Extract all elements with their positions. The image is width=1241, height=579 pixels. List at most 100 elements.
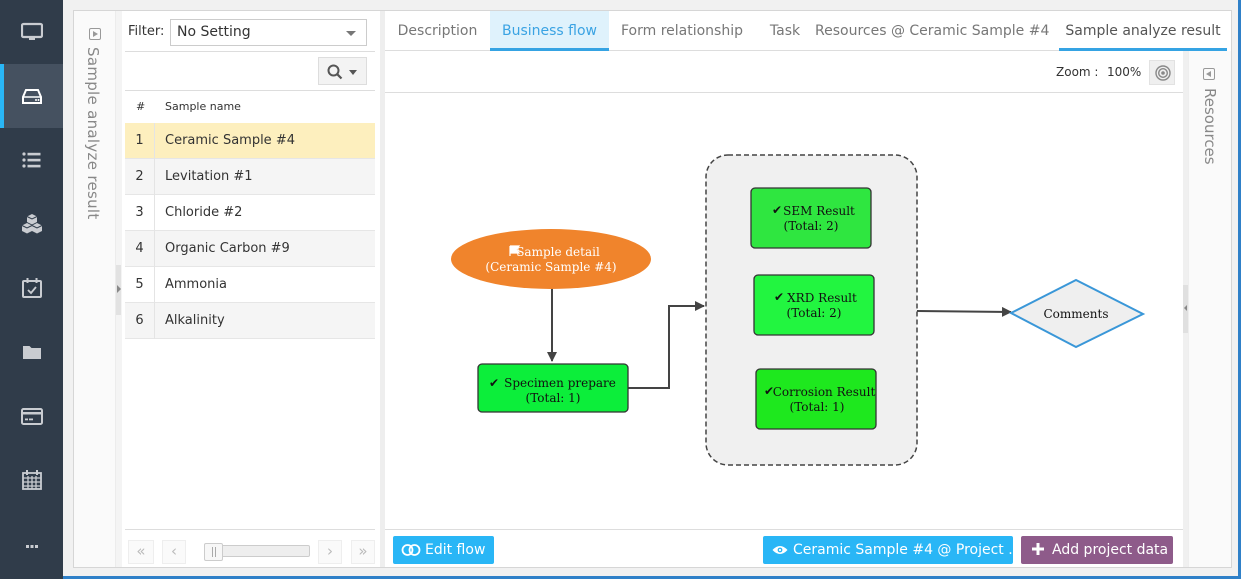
zoom-label: Zoom : [1056, 65, 1099, 79]
column-header-sample-name[interactable]: Sample name [165, 100, 241, 113]
node-title: XRD Result [787, 291, 857, 305]
flow-connector [628, 301, 705, 389]
divider [125, 529, 375, 530]
pager-first-button[interactable]: « [128, 540, 154, 564]
search-dropdown-button[interactable] [318, 57, 367, 85]
node-title: Specimen prepare [504, 376, 616, 390]
zoom-reset-button[interactable] [1149, 60, 1175, 85]
credit-card-icon [20, 408, 43, 425]
view-sample-project-button[interactable]: Ceramic Sample #4 @ Project ... [763, 536, 1022, 564]
pager-slider[interactable] [204, 543, 310, 561]
filter-label: Filter: [128, 24, 165, 39]
chevron-down-icon [346, 31, 356, 36]
chevron-down-icon [349, 70, 357, 75]
node-title: Comments [1044, 307, 1109, 321]
tab-form-relationship[interactable]: Form relationship [609, 11, 755, 51]
calendar-icon [21, 470, 42, 490]
tab-sample-analyze-result[interactable]: Sample analyze result [1059, 11, 1227, 51]
node-subtitle: (Total: 1) [790, 400, 845, 414]
list-icon [21, 152, 40, 168]
flow-connector [916, 306, 1012, 317]
check-icon: ✔ [774, 290, 784, 304]
plus-icon [1032, 543, 1044, 555]
nav-item-list[interactable] [0, 128, 63, 192]
node-title: Corrosion Result [773, 385, 876, 399]
nav-item-calendar-check[interactable] [0, 256, 63, 320]
resources-collapsed-panel[interactable]: Resources [1188, 51, 1231, 567]
table-row[interactable]: 6 Alkalinity [125, 303, 375, 339]
business-flow-canvas[interactable]: Sample detail (Ceramic Sample #4) ✔ Spec… [385, 93, 1183, 529]
edit-flow-label: Edit flow [425, 542, 486, 558]
search-icon [327, 64, 343, 80]
sample-analyze-result-collapsed-panel[interactable]: Sample analyze result [74, 11, 116, 567]
pager-slider-thumb[interactable] [204, 543, 223, 561]
row-sample-name: Chloride #2 [165, 205, 243, 220]
nav-item-card[interactable] [0, 384, 63, 448]
cubes-icon [21, 214, 42, 234]
flow-node-sample-detail[interactable]: Sample detail (Ceramic Sample #4) [451, 229, 651, 289]
tab-resources[interactable]: Resources @ Ceramic Sample #4 [815, 11, 1049, 51]
nav-item-cubes[interactable] [0, 192, 63, 256]
add-project-data-label: Add project data [1052, 542, 1169, 558]
nav-item-calendar[interactable] [0, 448, 63, 512]
divider [125, 51, 375, 52]
sample-table-body: 1 Ceramic Sample #4 2 Levitation #1 3 Chlor… [125, 123, 375, 339]
target-icon [1155, 65, 1171, 81]
row-sample-name: Ammonia [165, 277, 227, 292]
tab-business-flow[interactable]: Business flow [490, 11, 609, 51]
side-navigation [0, 0, 63, 579]
node-subtitle: (Total: 2) [784, 219, 839, 233]
row-sample-name: Ceramic Sample #4 [165, 133, 295, 148]
check-icon: ✔ [772, 203, 782, 217]
pager-last-button[interactable]: » [351, 540, 375, 564]
add-project-data-button[interactable]: Add project data [1021, 536, 1173, 564]
table-row[interactable]: 5 Ammonia [125, 267, 375, 303]
row-number: 6 [125, 303, 155, 339]
monitor-icon [20, 22, 43, 40]
filter-select[interactable]: No Setting [170, 19, 367, 46]
row-sample-name: Levitation #1 [165, 169, 253, 184]
column-header-number[interactable]: # [136, 100, 145, 113]
nav-item-folder[interactable] [0, 320, 63, 384]
nav-item-storage[interactable] [0, 64, 63, 128]
divider [385, 529, 1183, 530]
row-number: 4 [125, 231, 155, 267]
node-title: SEM Result [783, 204, 855, 218]
calendar-check-icon [21, 278, 42, 298]
nav-item-more[interactable] [0, 514, 63, 578]
ellipsis-icon [25, 545, 38, 548]
table-row[interactable]: 3 Chloride #2 [125, 195, 375, 231]
nav-item-monitor[interactable] [0, 0, 63, 64]
pager-prev-button[interactable]: ‹ [162, 540, 186, 564]
sample-list-panel: Filter: No Setting # Sample name 1 Cerami… [122, 11, 380, 567]
flow-node-sem-result[interactable]: ✔ SEM Result (Total: 2) [750, 187, 872, 249]
row-number: 5 [125, 267, 155, 303]
check-icon: ✔ [489, 376, 499, 390]
table-row[interactable]: 2 Levitation #1 [125, 159, 375, 195]
collapsed-panel-title: Sample analyze result [84, 47, 102, 220]
table-row[interactable]: 1 Ceramic Sample #4 [125, 123, 375, 159]
tab-task[interactable]: Task [755, 11, 815, 51]
table-row[interactable]: 4 Organic Carbon #9 [125, 231, 375, 267]
pager-next-button[interactable]: › [318, 540, 342, 564]
divider [125, 90, 375, 91]
flow-node-corrosion-result[interactable]: ✔ Corrosion Result (Total: 1) [755, 368, 877, 430]
app-window: Sample analyze result Filter: No Setting… [0, 0, 1241, 579]
expand-panel-icon[interactable] [1203, 68, 1215, 80]
splitter-handle[interactable] [116, 265, 121, 315]
flow-node-comments[interactable]: Comments [1008, 278, 1146, 349]
node-subtitle: (Ceramic Sample #4) [485, 260, 616, 274]
expand-panel-icon[interactable] [89, 28, 101, 40]
toggle-icon [401, 544, 421, 556]
node-subtitle: (Total: 2) [787, 306, 842, 320]
row-number: 1 [125, 123, 155, 159]
flow-node-xrd-result[interactable]: ✔ XRD Result (Total: 2) [753, 274, 875, 336]
hard-drive-icon [21, 89, 42, 104]
node-title: Sample detail [516, 245, 600, 259]
filter-select-value: No Setting [177, 24, 251, 40]
row-sample-name: Organic Carbon #9 [165, 241, 290, 256]
edit-flow-button[interactable]: Edit flow [393, 536, 494, 564]
tab-description[interactable]: Description [385, 11, 490, 51]
row-number: 2 [125, 159, 155, 195]
flow-node-specimen-prepare[interactable]: ✔ Specimen prepare (Total: 1) [477, 363, 629, 413]
